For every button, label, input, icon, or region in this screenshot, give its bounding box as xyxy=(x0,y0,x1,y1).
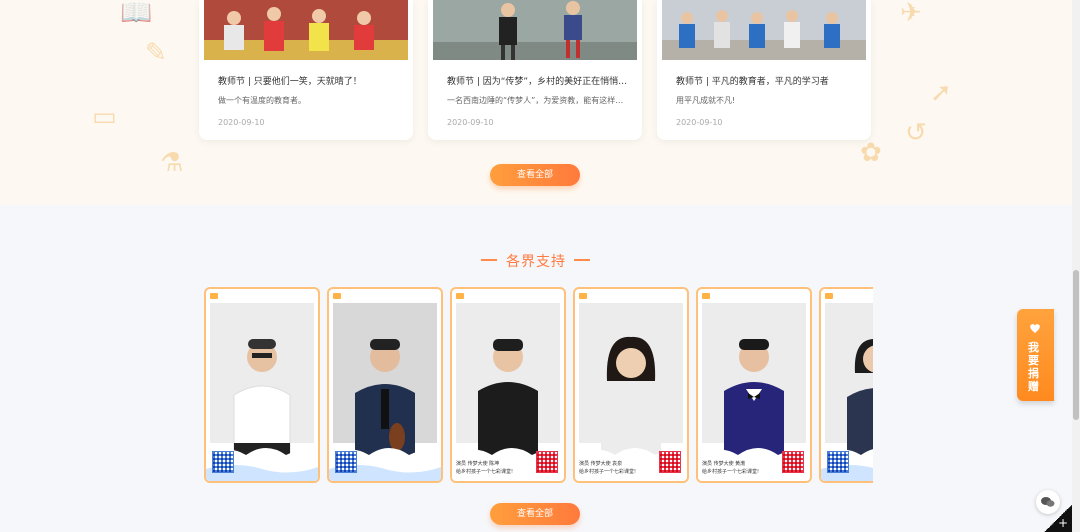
poster-photo xyxy=(825,303,873,459)
poster-photo xyxy=(579,303,683,459)
support-section: 各界支持 演员 传梦大使 陈坤 给乡村孩子一个七彩课堂! 演员 传梦大使 袁泉 … xyxy=(0,205,1072,532)
news-thumb-kids-dancing xyxy=(204,0,408,60)
poster-caption: 演员 传梦大使 袁泉 xyxy=(579,461,623,467)
page-scrollbar[interactable] xyxy=(1072,0,1080,532)
doc-doodle-icon: ✎ xyxy=(145,38,167,68)
poster-slogan: 给乡村孩子一个七彩课堂! xyxy=(456,469,514,475)
news-date: 2020-09-10 xyxy=(447,118,494,127)
poster-slogan: 给乡村孩子一个七彩课堂! xyxy=(702,469,760,475)
poster-slogan: 给乡村孩子一个七彩课堂! xyxy=(579,469,637,475)
news-card-1[interactable]: 教师节 | 只要他们一笑，天就晴了！ 做一个有温度的教育者。 2020-09-1… xyxy=(199,0,413,140)
support-poster[interactable] xyxy=(327,287,443,483)
logo-icon xyxy=(702,293,710,299)
flower-doodle-icon: ✿ xyxy=(860,138,882,168)
news-section: 📖 ✎ ▭ ⚗ ✈ ➚ ↺ ✿ 教师节 | 只要他们一笑，天就晴了！ 做一个有温… xyxy=(0,0,1072,205)
logo-icon xyxy=(456,293,464,299)
microscope-doodle-icon: ⚗ xyxy=(160,148,184,178)
scrollbar-thumb[interactable] xyxy=(1073,270,1079,420)
support-poster[interactable] xyxy=(819,287,873,483)
heart-hand-icon xyxy=(1030,324,1040,333)
curve-doodle-icon: ↺ xyxy=(905,118,927,148)
book-doodle-icon: 📖 xyxy=(120,0,153,28)
donate-label: 我要捐赠 xyxy=(1028,341,1039,393)
news-thumb-teacher-stilts xyxy=(433,0,637,60)
section-title: 各界支持 xyxy=(506,254,566,270)
logo-icon xyxy=(210,293,218,299)
qr-code-icon xyxy=(536,451,558,473)
news-title[interactable]: 教师节 | 平凡的教育者，平凡的学习者 xyxy=(676,74,858,87)
support-poster[interactable]: 演员 传梦大使 黄渤 给乡村孩子一个七彩课堂! xyxy=(696,287,812,483)
poster-caption: 演员 传梦大使 陈坤 xyxy=(456,461,500,467)
poster-photo xyxy=(210,303,314,459)
support-view-all-button[interactable]: 查看全部 xyxy=(490,503,580,525)
support-poster[interactable]: 演员 传梦大使 袁泉 给乡村孩子一个七彩课堂! xyxy=(573,287,689,483)
arrow-doodle-icon: ➚ xyxy=(930,78,952,108)
qr-code-icon xyxy=(659,451,681,473)
support-poster[interactable] xyxy=(204,287,320,483)
poster-photo xyxy=(702,303,806,459)
news-card-3[interactable]: 教师节 | 平凡的教育者，平凡的学习者 用平凡成就不凡! 2020-09-10 xyxy=(657,0,871,140)
poster-caption: 演员 传梦大使 黄渤 xyxy=(702,461,746,467)
support-carousel[interactable]: 演员 传梦大使 陈坤 给乡村孩子一个七彩课堂! 演员 传梦大使 袁泉 给乡村孩子… xyxy=(199,287,873,483)
news-date: 2020-09-10 xyxy=(218,118,265,127)
support-poster[interactable]: 演员 传梦大使 陈坤 给乡村孩子一个七彩课堂! xyxy=(450,287,566,483)
qr-code-icon xyxy=(782,451,804,473)
logo-icon xyxy=(579,293,587,299)
news-thumb-kids-running xyxy=(662,0,866,60)
back-to-top-corner[interactable]: + xyxy=(1044,505,1072,532)
news-card-2[interactable]: 教师节 | 因为“传梦”，乡村的美好正在悄悄发生 一名西南边陲的“传梦人”，为爱… xyxy=(428,0,642,140)
poster-photo xyxy=(333,303,437,459)
news-view-all-button[interactable]: 查看全部 xyxy=(490,164,580,186)
news-desc: 一名西南边陲的“传梦人”，为爱资教，能有这样的初心 xyxy=(447,96,629,105)
qr-code-icon xyxy=(212,451,234,473)
news-title[interactable]: 教师节 | 因为“传梦”，乡村的美好正在悄悄发生 xyxy=(447,74,629,87)
monitor-doodle-icon: ▭ xyxy=(92,102,117,132)
logo-icon xyxy=(825,293,833,299)
title-dash-right xyxy=(574,259,590,261)
plus-icon: + xyxy=(1057,516,1068,530)
logo-icon xyxy=(333,293,341,299)
poster-photo xyxy=(456,303,560,459)
news-desc: 用平凡成就不凡! xyxy=(676,96,736,105)
qr-code-icon xyxy=(827,451,849,473)
plane-doodle-icon: ✈ xyxy=(900,0,922,28)
news-date: 2020-09-10 xyxy=(676,118,723,127)
qr-code-icon xyxy=(335,451,357,473)
news-title[interactable]: 教师节 | 只要他们一笑，天就晴了！ xyxy=(218,74,400,87)
donate-button[interactable]: 我要捐赠 xyxy=(1017,309,1054,401)
news-desc: 做一个有温度的教育者。 xyxy=(218,96,306,105)
